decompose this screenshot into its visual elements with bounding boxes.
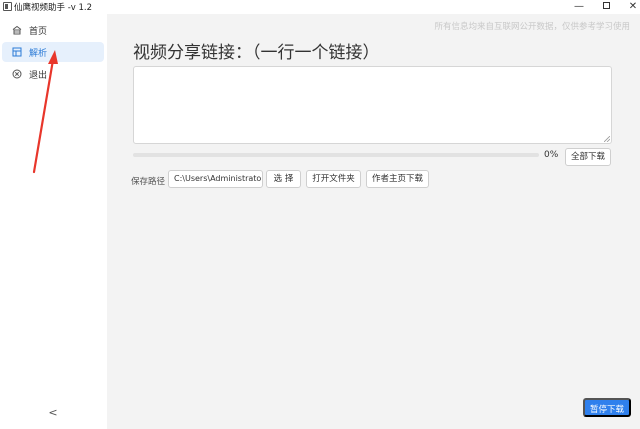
- sidebar-item-label: 退出: [29, 71, 48, 81]
- sidebar-item-parse[interactable]: 解析: [2, 42, 104, 62]
- close-button[interactable]: ✕: [620, 0, 640, 14]
- maximize-button[interactable]: [593, 0, 619, 14]
- sidebar-item-label: 解析: [29, 49, 48, 59]
- video-link-input[interactable]: [133, 66, 612, 144]
- author-page-download-button[interactable]: 作者主页下载: [366, 170, 429, 188]
- page-title: 视频分享链接：（一行一个链接）: [133, 43, 380, 63]
- download-all-button[interactable]: 全部下载: [565, 148, 611, 166]
- sidebar: 首页 解析 退出 <: [0, 14, 107, 429]
- disclaimer-text: 所有信息均来自互联网公开数据，仅供参考学习使用: [434, 22, 630, 32]
- pause-download-button[interactable]: 暂停下载: [583, 398, 631, 417]
- collapse-sidebar-button[interactable]: <: [46, 406, 60, 420]
- progress-percent: 0%: [544, 150, 559, 160]
- minimize-button[interactable]: —: [566, 0, 592, 14]
- sidebar-item-exit[interactable]: 退出: [2, 64, 104, 84]
- main-panel: 所有信息均来自互联网公开数据，仅供参考学习使用 视频分享链接：（一行一个链接） …: [107, 14, 640, 429]
- home-icon: [12, 25, 22, 35]
- download-progress-bar: [133, 153, 539, 157]
- choose-path-button[interactable]: 选 择: [266, 170, 301, 188]
- window-title: 仙鹰视频助手 -v 1.2: [14, 3, 93, 13]
- exit-icon: [12, 69, 22, 79]
- app-icon: [3, 2, 12, 11]
- sidebar-item-label: 首页: [29, 27, 48, 37]
- open-folder-button[interactable]: 打开文件夹: [306, 170, 361, 188]
- resize-grip-icon[interactable]: [604, 136, 610, 142]
- title-bar: 仙鹰视频助手 -v 1.2 — ✕: [0, 0, 640, 14]
- save-path-field[interactable]: C:\Users\Administrator\I: [168, 170, 263, 188]
- save-path-label: 保存路径: [131, 177, 166, 187]
- maximize-icon: [602, 1, 610, 9]
- parse-icon: [12, 47, 22, 57]
- sidebar-item-home[interactable]: 首页: [2, 20, 104, 40]
